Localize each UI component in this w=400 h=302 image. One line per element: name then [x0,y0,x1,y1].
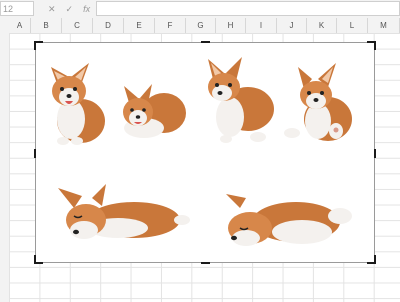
column-header-d[interactable]: D [93,18,124,33]
column-header-h[interactable]: H [216,18,246,33]
column-header-l[interactable]: L [337,18,368,33]
corgi-sitting-icon [51,63,105,145]
column-header-m[interactable]: M [368,18,400,33]
name-box[interactable]: 12 [0,1,34,16]
column-header-j[interactable]: J [277,18,307,33]
corgi-standing-icon [208,57,274,143]
formula-input[interactable] [96,1,400,16]
column-header-a[interactable]: A [9,18,31,33]
crop-handle-right[interactable] [374,149,376,158]
close-icon[interactable]: ✕ [48,2,56,16]
crop-handle-top-left[interactable] [34,41,43,50]
crop-handle-left[interactable] [34,149,36,158]
corgi-sleeping-icon [58,184,190,239]
column-header-k[interactable]: K [307,18,337,33]
corgi-picture[interactable] [34,41,376,264]
column-header-i[interactable]: I [246,18,277,33]
crop-handle-bottom-right[interactable] [367,255,376,264]
crop-handle-top[interactable] [201,41,210,43]
corgi-sitting-paw-icon [284,63,352,141]
column-header-e[interactable]: E [124,18,155,33]
column-header-f[interactable]: F [155,18,186,33]
fx-icon[interactable]: fx [83,2,90,16]
column-header-c[interactable]: C [62,18,93,33]
corgi-sleeping-icon [226,194,352,246]
crop-handle-bottom-left[interactable] [34,255,43,264]
checkmark-icon[interactable]: ✓ [66,2,74,16]
formula-bar-icons: ✕ ✓ fx [48,2,90,16]
column-header-b[interactable]: B [31,18,62,33]
crop-handle-bottom[interactable] [201,262,210,264]
corgi-lying-icon [123,84,186,138]
column-header-g[interactable]: G [186,18,216,33]
column-header-bar: ABCDEFGHIJKLM [0,18,400,34]
crop-handle-top-right[interactable] [367,41,376,50]
formula-bar: 12 ✕ ✓ fx [0,0,400,19]
